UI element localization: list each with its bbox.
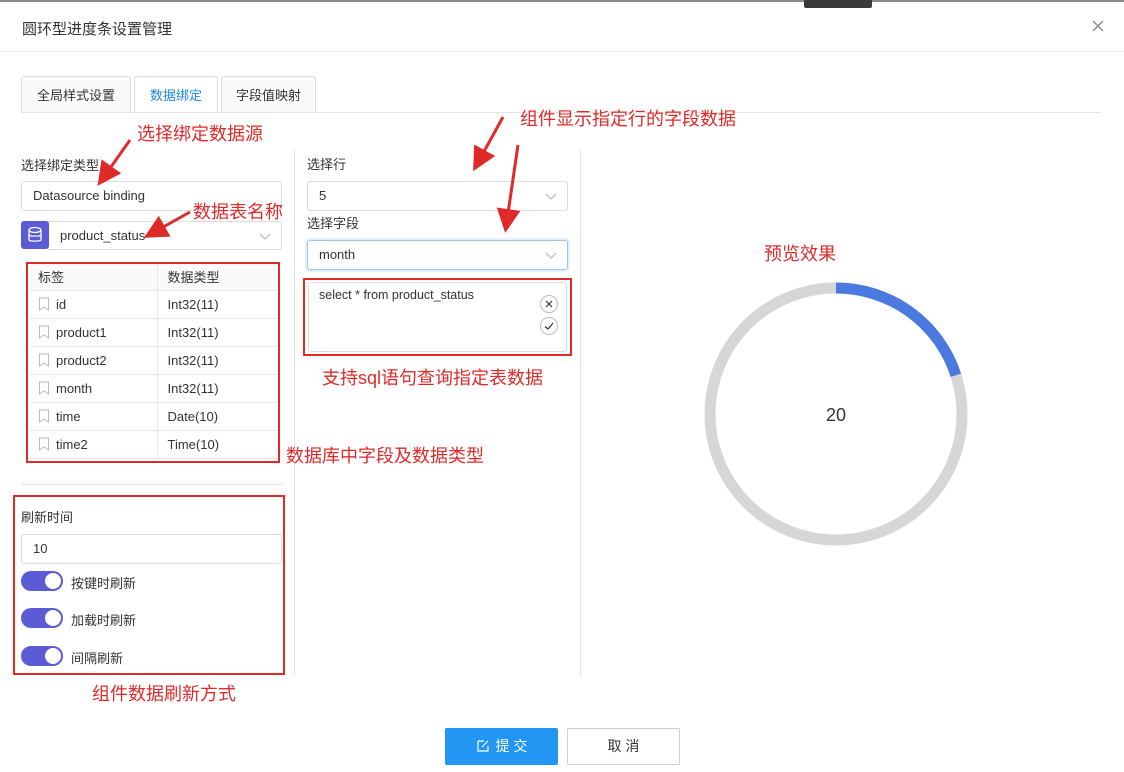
field-select[interactable]: month (307, 240, 568, 270)
field-select-value: month (319, 247, 356, 262)
submit-button[interactable]: 提 交 (445, 728, 558, 765)
column-divider (580, 150, 581, 676)
edit-icon (476, 740, 489, 752)
progress-ring-value: 20 (826, 405, 846, 425)
tab-global-style[interactable]: 全局样式设置 (21, 76, 131, 113)
arrow-row-select (473, 116, 505, 172)
close-icon[interactable] (1088, 16, 1108, 36)
annotation-box-refresh (13, 495, 285, 675)
chevron-down-icon (259, 233, 271, 240)
dialog-title: 圆环型进度条设置管理 (22, 21, 173, 38)
column-divider (294, 150, 295, 676)
datasource-table-name: product_status (60, 228, 146, 243)
annotation-table-name: 数据表名称 (193, 202, 283, 222)
dialog-header: 圆环型进度条设置管理 (0, 2, 1124, 52)
annotation-refresh: 组件数据刷新方式 (92, 684, 236, 704)
progress-ring-preview: 20 (704, 282, 968, 546)
arrow-data-source (97, 139, 132, 186)
cancel-button[interactable]: 取 消 (567, 728, 680, 765)
annotation-data-source: 选择绑定数据源 (137, 124, 263, 144)
field-select-label: 选择字段 (307, 216, 360, 231)
row-select-value: 5 (319, 188, 327, 203)
annotation-row-field: 组件显示指定行的字段数据 (520, 109, 736, 129)
tab-data-binding[interactable]: 数据绑定 (134, 76, 218, 113)
submit-button-label: 提 交 (495, 738, 528, 754)
annotation-sql: 支持sql语句查询指定表数据 (322, 368, 544, 388)
chevron-down-icon (545, 193, 557, 200)
datasource-table-select[interactable]: product_status (48, 221, 282, 250)
row-select-label: 选择行 (307, 157, 347, 172)
annotation-db-fields: 数据库中字段及数据类型 (286, 446, 484, 466)
annotation-preview: 预览效果 (764, 244, 836, 264)
row-select[interactable]: 5 (307, 181, 568, 211)
tab-field-mapping[interactable]: 字段值映射 (221, 76, 316, 113)
chevron-down-icon (545, 252, 557, 259)
section-divider (21, 484, 282, 485)
binding-type-label: 选择绑定类型 (21, 158, 100, 173)
annotation-box-sql (303, 278, 572, 356)
database-icon (21, 221, 49, 249)
annotation-box-fields (26, 262, 280, 463)
